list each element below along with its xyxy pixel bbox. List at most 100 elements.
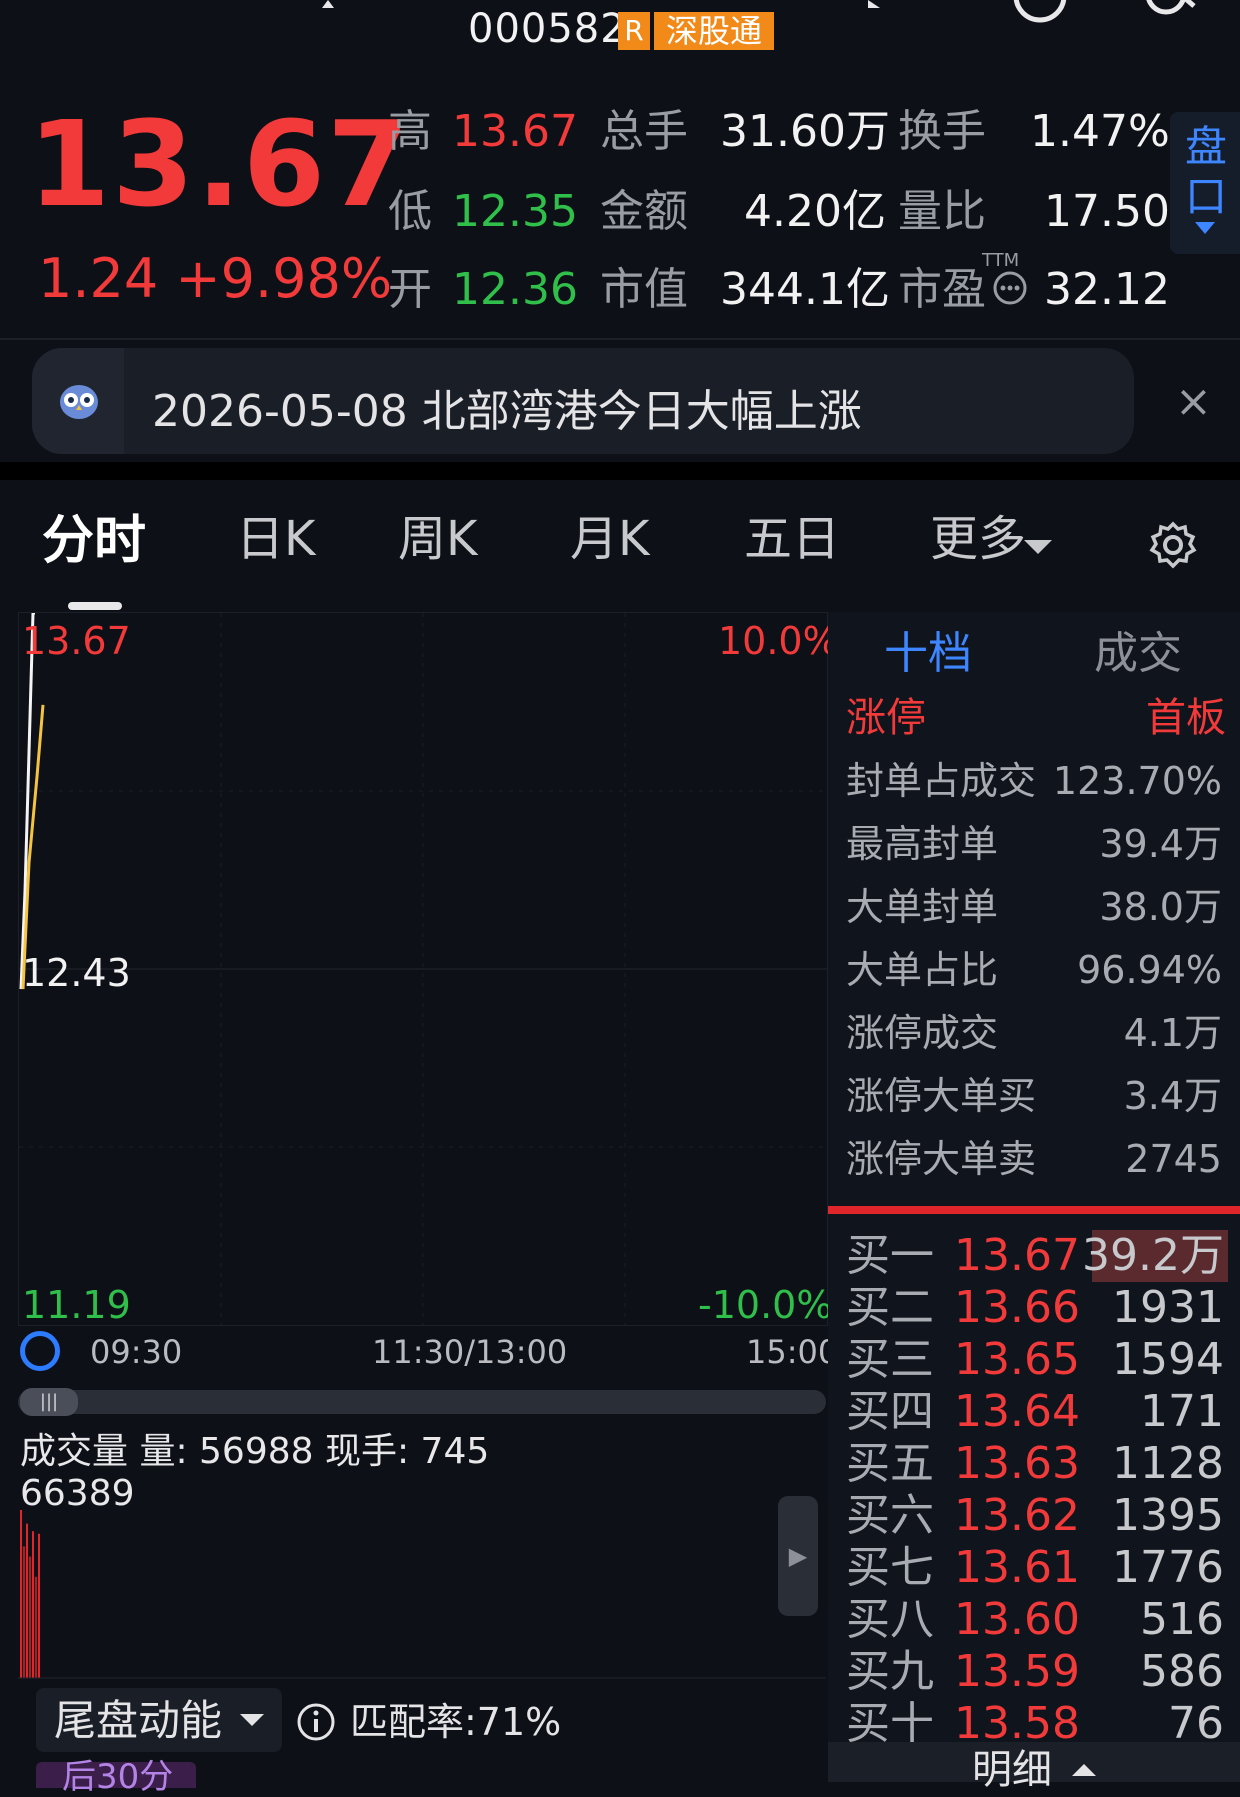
intraday-chart[interactable] [18, 612, 828, 1326]
bid-price: 13.59 [954, 1646, 1080, 1697]
tab-weekly-k[interactable]: 周K [398, 515, 477, 563]
bid-row[interactable]: 买一 13.67 39.2万 [846, 1230, 1228, 1284]
after30-label: 后30分 [62, 1757, 174, 1797]
bid-price: 13.60 [954, 1594, 1080, 1645]
owl-icon [60, 385, 98, 419]
limit-up-label: 涨停 [846, 695, 926, 741]
news-headline[interactable]: 2026-05-08 北部湾港今日大幅上涨 [152, 375, 862, 439]
prev-stock-icon[interactable] [312, 0, 372, 20]
limit-stat-row: 大单封单 38.0万 [846, 888, 1222, 938]
tab-daily-k[interactable]: 日K [236, 515, 315, 563]
bid-level-label: 买六 [846, 1490, 934, 1541]
limit-stat-value: 38.0万 [1099, 885, 1222, 929]
amount-label: 金额 [600, 186, 688, 237]
top-bar: 000582 R 深股通 [0, 0, 1240, 70]
limit-stat-label: 封单占成交 [846, 759, 1037, 803]
volume-bar [20, 1510, 22, 1678]
axis-top-price: 13.67 [22, 619, 131, 663]
limit-divider [828, 1206, 1240, 1214]
open-value: 12.36 [452, 264, 578, 315]
limit-stat-value: 2745 [1125, 1137, 1222, 1181]
limit-up-tag: 首板 [1146, 695, 1226, 741]
time-close: 15:00 [746, 1333, 839, 1371]
bid-row[interactable]: 买七 13.61 1776 [846, 1546, 1224, 1596]
bid-level-label: 买一 [846, 1230, 934, 1281]
volume-bar [23, 1546, 25, 1678]
play-circle-icon[interactable] [20, 1331, 60, 1371]
chevron-down-icon [240, 1714, 264, 1726]
open-label: 开 [388, 264, 432, 315]
scrollbar-handle[interactable]: ||| [20, 1388, 78, 1416]
price-line [19, 613, 35, 990]
bid-row[interactable]: 买二 13.66 1931 [846, 1286, 1224, 1336]
back-icon[interactable] [60, 0, 120, 20]
tab-trades[interactable]: 成交 [1094, 632, 1182, 676]
volume-label: 总手 [600, 106, 688, 157]
section-divider [0, 462, 1240, 480]
volume-bar [35, 1576, 37, 1678]
limit-stat-label: 大单占比 [846, 948, 999, 992]
bid-level-label: 买四 [846, 1386, 934, 1437]
indicator-dropdown-label: 尾盘动能 [54, 1696, 223, 1745]
bid-volume: 1594 [1112, 1334, 1224, 1385]
volume-svg [18, 1510, 826, 1679]
info-face-icon[interactable] [992, 270, 1028, 306]
price-change: 1.24 +9.98% [38, 247, 393, 310]
pe-ttm-label: TTM [982, 250, 1020, 271]
tab-ten-levels[interactable]: 十档 [884, 632, 972, 676]
price-chart-svg [19, 613, 827, 1325]
limit-stat-value: 4.1万 [1123, 1011, 1222, 1055]
bid-row[interactable]: 买八 13.60 516 [846, 1598, 1224, 1648]
limit-stat-value: 39.4万 [1099, 822, 1222, 866]
bid-volume: 76 [1168, 1698, 1224, 1749]
chevron-down-icon [1024, 540, 1052, 554]
turnover-label: 换手 [898, 106, 986, 157]
bid-row[interactable]: 买三 13.65 1594 [846, 1338, 1224, 1388]
axis-bottom-pct: -10.0% [698, 1283, 833, 1327]
refresh-icon[interactable] [1010, 0, 1070, 26]
tab-monthly-k[interactable]: 月K [570, 515, 649, 563]
gear-icon[interactable] [1148, 520, 1198, 570]
axis-bottom-price: 11.19 [22, 1283, 131, 1327]
limit-stat-label: 大单封单 [846, 885, 999, 929]
tab-intraday[interactable]: 分时 [42, 515, 146, 567]
bid-level-label: 买九 [846, 1646, 934, 1697]
low-label: 低 [388, 186, 432, 237]
expand-handle-icon[interactable]: ▶ [778, 1496, 818, 1616]
turnover-value: 1.47% [1030, 106, 1170, 157]
chevron-up-icon [1072, 1764, 1096, 1776]
bid-level-label: 买三 [846, 1334, 934, 1385]
detail-label: 明细 [972, 1747, 1052, 1793]
close-icon[interactable]: × [1175, 376, 1212, 427]
limit-stat-label: 涨停大单卖 [846, 1137, 1037, 1181]
bid-price: 13.66 [954, 1282, 1080, 1333]
axis-top-pct: 10.0% [718, 619, 839, 663]
info-icon[interactable] [296, 1702, 336, 1742]
tab-more[interactable]: 更多 [930, 515, 1026, 563]
limit-stat-row: 涨停成交 4.1万 [846, 1014, 1222, 1064]
bid-price: 13.64 [954, 1386, 1080, 1437]
bid-price: 13.63 [954, 1438, 1080, 1489]
limit-stat-row: 大单占比 96.94% [846, 951, 1222, 1001]
bid-row[interactable]: 买五 13.63 1128 [846, 1442, 1224, 1492]
limit-stat-row: 涨停大单卖 2745 [846, 1140, 1222, 1190]
volume-ratio-value: 17.50 [1044, 186, 1170, 237]
next-stock-icon[interactable] [858, 0, 918, 20]
bid-volume: 171 [1140, 1386, 1224, 1437]
bid-row[interactable]: 买四 13.64 171 [846, 1390, 1224, 1440]
tab-five-day[interactable]: 五日 [744, 515, 840, 563]
bid-volume: 1931 [1112, 1282, 1224, 1333]
search-icon[interactable] [1140, 0, 1200, 26]
volume-title: 成交量 量: 56988 现手: 745 [20, 1431, 490, 1472]
bid-price: 13.62 [954, 1490, 1080, 1541]
bid-row[interactable]: 买九 13.59 586 [846, 1650, 1224, 1700]
volume-ratio-label: 量比 [898, 186, 986, 237]
volume-chart [18, 1470, 826, 1680]
volume-bar [26, 1523, 28, 1678]
chart-scrollbar[interactable] [18, 1390, 826, 1414]
order-book-label: 盘口 [1185, 122, 1228, 221]
limit-stat-label: 涨停大单买 [846, 1074, 1037, 1118]
pe-value: 32.12 [1044, 264, 1170, 315]
bid-price: 13.65 [954, 1334, 1080, 1385]
bid-row[interactable]: 买六 13.62 1395 [846, 1494, 1224, 1544]
